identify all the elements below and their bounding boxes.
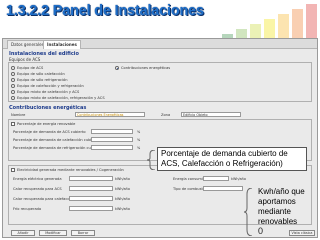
brace-icon xyxy=(244,188,253,236)
electricity-row-label: Frío recuperado xyxy=(13,207,42,211)
zone-label: Zona xyxy=(161,113,171,117)
option-label: Equipo de sólo refrigeración xyxy=(17,78,68,82)
demand-row-label: Porcentaje de demanda de refrigeración c… xyxy=(13,146,102,150)
tab-bar: Datos generales Instalaciones xyxy=(3,39,317,49)
demand-row-label: Porcentaje de demanda de ACS cubierto xyxy=(13,130,86,134)
electricity-row-label: Calor recuperado para calefacción xyxy=(13,197,75,201)
brace-icon xyxy=(147,150,156,170)
calor-calefaccion-input[interactable] xyxy=(69,196,113,201)
radio-solo-refrigeracion[interactable] xyxy=(11,78,15,82)
modify-button[interactable]: Modificar xyxy=(39,230,67,236)
add-button[interactable]: Añadir xyxy=(11,230,35,236)
demand-unit: % xyxy=(137,138,141,142)
electricity-checkbox[interactable] xyxy=(11,168,15,172)
radio-equipo-acs[interactable] xyxy=(11,66,15,70)
combustible-select[interactable] xyxy=(203,186,243,191)
radio-contribuciones-label: Contribuciones energéticas xyxy=(121,66,171,70)
demand-refrigeracion-input[interactable] xyxy=(91,145,133,150)
radio-solo-calefaccion[interactable] xyxy=(11,72,15,76)
kwh-unit: kWh/año xyxy=(115,177,130,181)
kwh-unit: kWh/año xyxy=(231,177,246,181)
option-label: Equipo de calefacción y refrigeración xyxy=(17,84,84,88)
option-label: Equipo de sólo calefacción xyxy=(17,72,65,76)
demand-unit: % xyxy=(137,130,141,134)
name-input[interactable]: Contribuciones Energéticas xyxy=(75,112,145,117)
option-label: Equipo mixto de calefacción y ACS xyxy=(17,90,80,94)
tab-instalaciones[interactable]: Instalaciones xyxy=(43,40,81,49)
kwh-unit: kWh/año xyxy=(115,187,130,191)
energia-consumida-input[interactable] xyxy=(203,176,229,181)
electricity-row-label: Calor recuperado para ACS xyxy=(13,187,62,191)
demand-calefaccion-input[interactable] xyxy=(91,137,133,142)
option-label: Equipo de ACS xyxy=(17,66,44,70)
kwh-unit: kWh/año xyxy=(115,197,130,201)
renewable-checkbox[interactable] xyxy=(11,122,15,126)
slide-page-number: 0 xyxy=(258,226,264,236)
name-label: Nombre xyxy=(11,113,26,117)
radio-mixto-todo[interactable] xyxy=(11,96,15,100)
tab-datos-generales[interactable]: Datos generales xyxy=(7,40,48,49)
radio-calef-refrig[interactable] xyxy=(11,84,15,88)
frio-recuperado-input[interactable] xyxy=(69,206,113,211)
electricity-row-label: Energía eléctrica generada xyxy=(13,177,62,181)
energia-generada-input[interactable] xyxy=(69,176,113,181)
section-title-contribuciones: Contribuciones energéticas xyxy=(9,105,87,111)
callout-kwh: Kwh/año que aportamos mediante renovable… xyxy=(258,187,305,226)
demand-row-label: Porcentaje de demanda de calefacción cub… xyxy=(13,138,99,142)
delete-button[interactable]: Borrar xyxy=(71,230,95,236)
zone-select[interactable]: Edificio Objeto xyxy=(181,112,241,117)
callout-demand-percentage: Porcentaje de demanda cubierto de ACS, C… xyxy=(157,147,307,171)
kwh-unit: kWh/año xyxy=(115,207,130,211)
radio-contribuciones[interactable] xyxy=(115,66,119,70)
radio-mixto-calef-acs[interactable] xyxy=(11,90,15,94)
renewable-checkbox-label: Porcentaje de energía renovable xyxy=(17,122,76,126)
electricity-checkbox-label: Electricidad generada mediante renovable… xyxy=(17,168,124,172)
calor-acs-input[interactable] xyxy=(69,186,113,191)
demand-unit: % xyxy=(137,146,141,150)
option-label: Equipo mixto de calefacción, refrigeraci… xyxy=(17,96,105,100)
demand-acs-input[interactable] xyxy=(91,129,133,134)
slide-title: 1.3.2.2 Panel de Instalaciones xyxy=(6,3,204,19)
